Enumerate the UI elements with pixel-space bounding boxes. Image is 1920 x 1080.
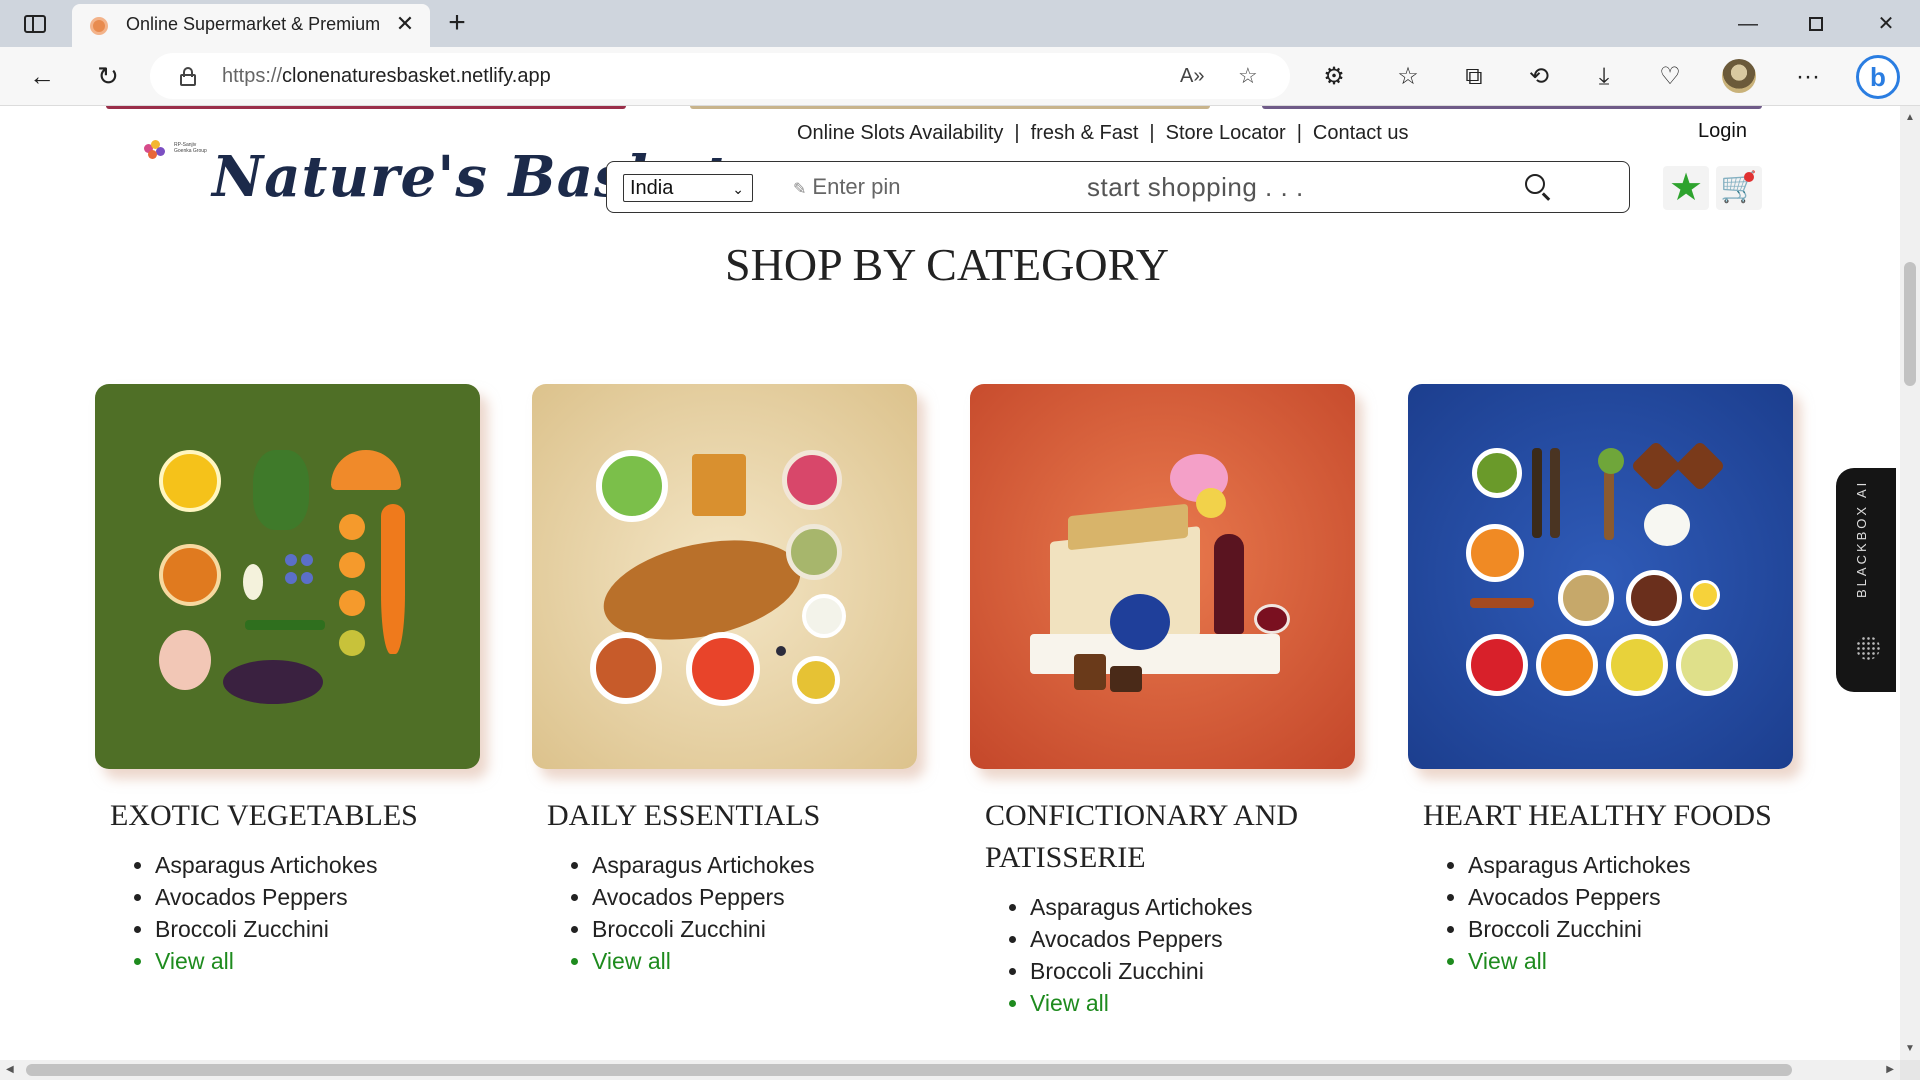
scroll-down-icon[interactable]: ▼: [1905, 1043, 1915, 1054]
extensions-icon[interactable]: ⚙: [1318, 61, 1350, 93]
window-maximize-button[interactable]: [1796, 10, 1836, 38]
logo-tagline: RP-Sanjiv Goenka Group: [174, 142, 207, 154]
link-separator: |: [1014, 122, 1020, 144]
bing-copilot-icon[interactable]: b: [1856, 55, 1900, 99]
list-item[interactable]: Avocados Peppers: [1468, 881, 1793, 913]
link-separator: |: [1149, 122, 1155, 144]
address-bar[interactable]: https://clonenaturesbasket.netlify.app A…: [150, 53, 1290, 99]
view-all-link[interactable]: View all: [592, 945, 917, 977]
blackbox-ai-widget[interactable]: BLACKBOX AI: [1836, 468, 1896, 692]
downloads-icon[interactable]: ⤓: [1588, 61, 1620, 93]
view-all-link[interactable]: View all: [155, 945, 480, 977]
site-logo[interactable]: RP-Sanjiv Goenka Group Nature's Basket: [140, 130, 729, 220]
blackbox-logo-icon: [1856, 636, 1880, 660]
view-all-link[interactable]: View all: [1468, 945, 1793, 977]
list-item[interactable]: Broccoli Zucchini: [155, 913, 480, 945]
category-image-heart-healthy[interactable]: [1408, 384, 1793, 769]
link-fresh-fast[interactable]: fresh & Fast: [1031, 122, 1139, 144]
list-item[interactable]: Broccoli Zucchini: [592, 913, 917, 945]
category-card: HEART HEALTHY FOODS Asparagus Artichokes…: [1408, 384, 1793, 977]
category-image-vegetables[interactable]: [95, 384, 480, 769]
list-item[interactable]: Avocados Peppers: [155, 881, 480, 913]
more-menu-icon[interactable]: ···: [1792, 61, 1824, 93]
cart-icon[interactable]: 🛒: [1716, 166, 1762, 210]
category-item-list: Asparagus Artichokes Avocados Peppers Br…: [592, 849, 917, 977]
section-title: SHOP BY CATEGORY: [725, 239, 1169, 290]
read-aloud-icon[interactable]: A»: [1180, 65, 1204, 88]
list-item[interactable]: Asparagus Artichokes: [1030, 891, 1355, 923]
list-item[interactable]: Broccoli Zucchini: [1030, 955, 1355, 987]
link-online-slots[interactable]: Online Slots Availability: [797, 122, 1003, 144]
vertical-scroll-thumb[interactable]: [1904, 262, 1916, 386]
horizontal-scroll-thumb[interactable]: [26, 1064, 1792, 1076]
vertical-scrollbar[interactable]: ▲ ▼: [1900, 106, 1920, 1060]
login-link[interactable]: Login: [1698, 120, 1747, 143]
tab-title: Online Supermarket & Premium Gourmet: [126, 14, 386, 34]
pin-placeholder: Enter pin: [812, 174, 901, 199]
category-card: DAILY ESSENTIALS Asparagus Artichokes Av…: [532, 384, 917, 977]
category-title[interactable]: HEART HEALTHY FOODS: [1423, 795, 1783, 837]
back-icon[interactable]: ←: [26, 60, 58, 92]
list-item[interactable]: Avocados Peppers: [592, 881, 917, 913]
logo-flower-icon: [144, 140, 168, 160]
scrollbar-corner: [1900, 1060, 1920, 1080]
category-item-list: Asparagus Artichokes Avocados Peppers Br…: [1468, 849, 1793, 977]
category-item-list: Asparagus Artichokes Avocados Peppers Br…: [155, 849, 480, 977]
link-contact-us[interactable]: Contact us: [1313, 122, 1409, 144]
search-input[interactable]: start shopping . . .: [1087, 172, 1304, 203]
scroll-up-icon[interactable]: ▲: [1905, 112, 1915, 123]
view-all-link[interactable]: View all: [1030, 987, 1355, 1019]
category-title[interactable]: DAILY ESSENTIALS: [547, 795, 907, 837]
browser-tab-active[interactable]: Online Supermarket & Premium Gourmet ✕: [72, 4, 430, 47]
list-item[interactable]: Avocados Peppers: [1030, 923, 1355, 955]
pencil-icon: ✎: [793, 181, 807, 198]
category-title[interactable]: CONFICTIONARY AND PATISSERIE: [985, 795, 1345, 879]
site-favicon-icon: [90, 17, 108, 35]
list-item[interactable]: Asparagus Artichokes: [1468, 849, 1793, 881]
favorites-icon[interactable]: ☆: [1392, 61, 1424, 93]
horizontal-scrollbar[interactable]: ◀ ▶: [0, 1060, 1900, 1080]
country-selected-value: India: [630, 177, 674, 199]
banner-edge: [690, 106, 1210, 109]
link-separator: |: [1296, 122, 1302, 144]
lock-icon[interactable]: [180, 67, 196, 86]
search-icon[interactable]: [1525, 174, 1553, 202]
add-favorite-icon[interactable]: ☆: [1238, 63, 1258, 89]
category-card: EXOTIC VEGETABLES Asparagus Artichokes A…: [95, 384, 480, 977]
performance-icon[interactable]: ♡: [1654, 61, 1686, 93]
chevron-down-icon: ⌄: [732, 181, 744, 197]
category-image-confectionary[interactable]: [970, 384, 1355, 769]
scroll-left-icon[interactable]: ◀: [6, 1064, 14, 1075]
list-item[interactable]: Asparagus Artichokes: [155, 849, 480, 881]
list-item[interactable]: Asparagus Artichokes: [592, 849, 917, 881]
tab-actions-icon[interactable]: [20, 12, 50, 36]
page-viewport: RP-Sanjiv Goenka Group Nature's Basket O…: [0, 106, 1900, 1060]
collections-icon[interactable]: ⧉: [1458, 61, 1490, 93]
blackbox-label: BLACKBOX AI: [1854, 479, 1869, 598]
country-select[interactable]: India ⌄: [623, 174, 753, 202]
profile-avatar[interactable]: [1722, 59, 1756, 93]
scroll-right-icon[interactable]: ▶: [1886, 1064, 1894, 1075]
history-icon[interactable]: ⟲: [1523, 61, 1555, 93]
category-card: CONFICTIONARY AND PATISSERIE Asparagus A…: [970, 384, 1355, 1019]
wishlist-star-icon[interactable]: ★: [1663, 166, 1709, 210]
category-title[interactable]: EXOTIC VEGETABLES: [110, 795, 470, 837]
banner-edge: [106, 106, 626, 109]
browser-tab-bar: Online Supermarket & Premium Gourmet ✕ +…: [0, 0, 1920, 47]
browser-toolbar: ← ↻ https://clonenaturesbasket.netlify.a…: [0, 47, 1920, 106]
window-minimize-button[interactable]: —: [1728, 10, 1768, 38]
tab-close-icon[interactable]: ✕: [394, 13, 416, 35]
url-text[interactable]: https://clonenaturesbasket.netlify.app: [222, 65, 551, 88]
pin-input[interactable]: ✎ Enter pin: [793, 174, 900, 200]
window-close-button[interactable]: ✕: [1866, 10, 1906, 38]
new-tab-button[interactable]: +: [442, 8, 472, 38]
category-item-list: Asparagus Artichokes Avocados Peppers Br…: [1030, 891, 1355, 1019]
banner-edge: [1262, 106, 1762, 109]
list-item[interactable]: Broccoli Zucchini: [1468, 913, 1793, 945]
link-store-locator[interactable]: Store Locator: [1166, 122, 1286, 144]
category-image-essentials[interactable]: [532, 384, 917, 769]
reload-icon[interactable]: ↻: [92, 60, 124, 92]
top-nav-links: Online Slots Availability | fresh & Fast | S…: [797, 122, 1409, 145]
search-bar: India ⌄ ✎ Enter pin start shopping . . .: [606, 161, 1630, 213]
